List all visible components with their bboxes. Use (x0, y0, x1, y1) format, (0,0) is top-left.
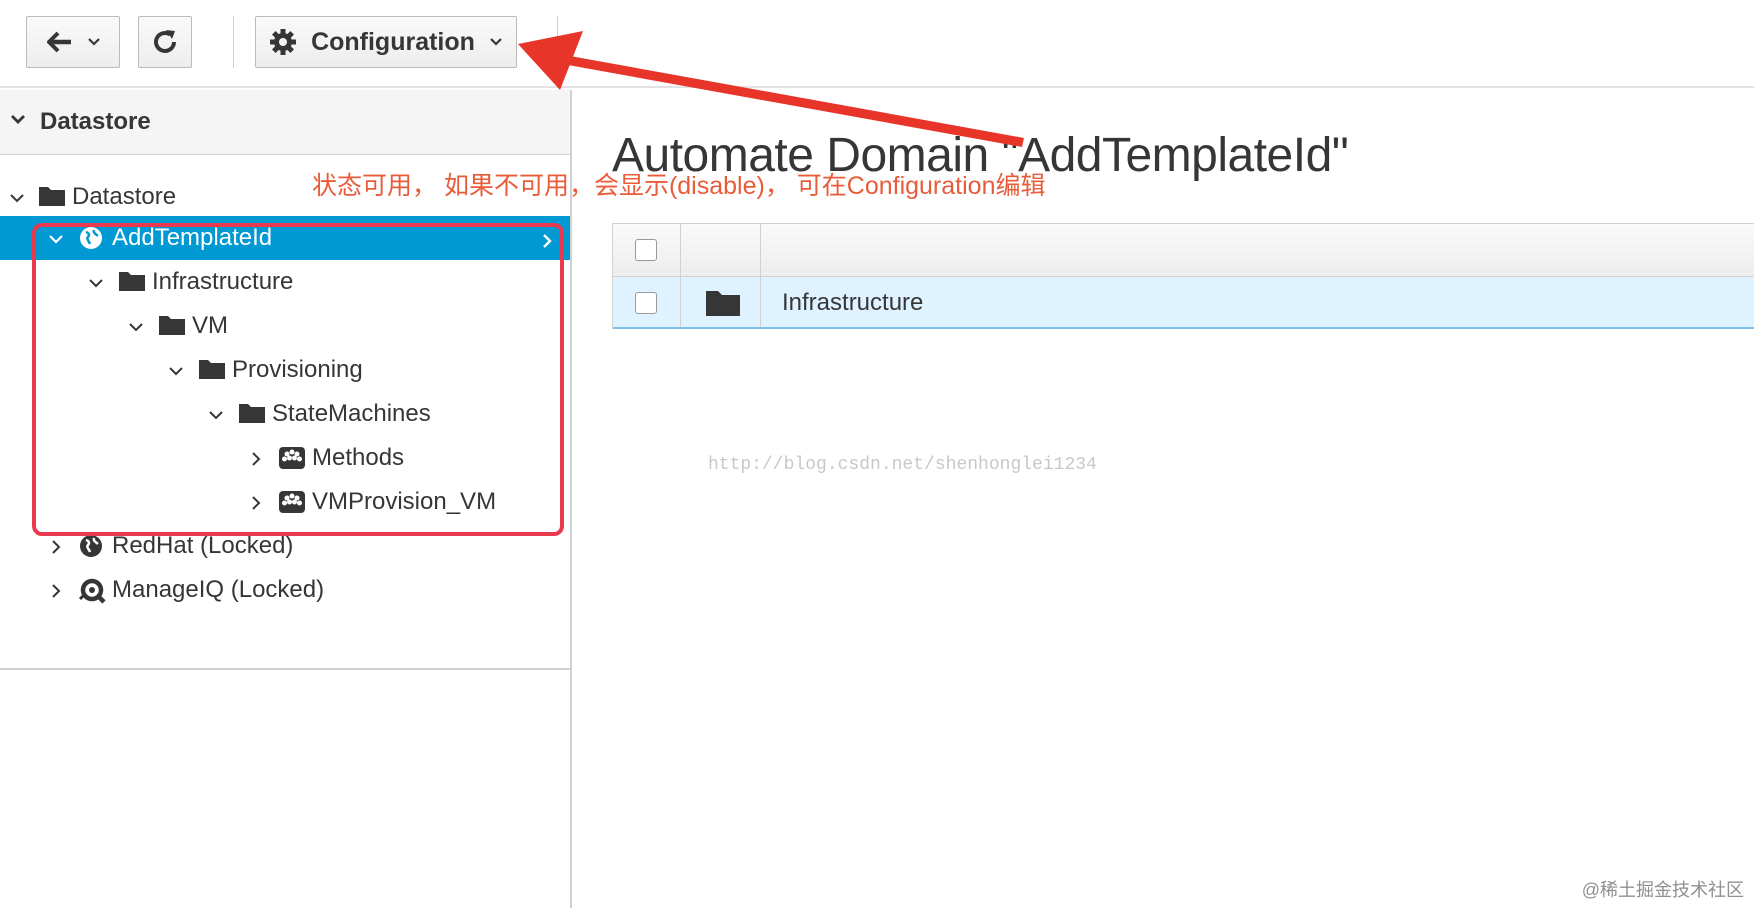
column-divider (680, 277, 681, 327)
configuration-label: Configuration (311, 27, 475, 56)
annotation-note: 状态可用， 如果不可用，会显示(disable)， 可在Configuratio… (312, 172, 1046, 200)
table-row[interactable]: Infrastructure (613, 277, 1754, 329)
chevron-right-icon[interactable] (46, 580, 66, 600)
accordion-header-datastore[interactable]: Datastore (0, 90, 570, 155)
refresh-icon (150, 27, 180, 57)
chevron-down-icon (9, 113, 27, 132)
table-header (613, 224, 1754, 277)
select-all-checkbox[interactable] (635, 239, 657, 261)
column-divider (760, 277, 761, 327)
row-name: Infrastructure (782, 289, 924, 316)
row-checkbox[interactable] (635, 292, 657, 314)
globe-icon (78, 533, 106, 559)
accordion-title: Datastore (40, 108, 151, 135)
tree-node-manageiq[interactable]: ManageIQ (Locked) (0, 568, 570, 612)
column-divider (680, 224, 681, 276)
items-table: Infrastructure (612, 223, 1754, 329)
tree-node-label: Datastore (72, 183, 177, 210)
arrow-left-icon (45, 30, 73, 54)
chevron-right-icon[interactable] (46, 536, 66, 556)
folder-icon (705, 289, 741, 322)
chevron-down-icon (87, 37, 101, 47)
refresh-button[interactable] (138, 16, 192, 68)
tree-node-label: RedHat (Locked) (112, 532, 294, 559)
corner-watermark: @稀土掘金技术社区 (1581, 880, 1744, 900)
toolbar: Configuration (0, 0, 1754, 88)
annotation-highlight-box (32, 223, 564, 536)
folder-icon (38, 184, 66, 210)
watermark: http://blog.csdn.net/shenhonglei1234 (708, 455, 1097, 475)
chevron-down-icon[interactable] (7, 187, 27, 207)
gear-icon (269, 28, 297, 56)
toolbar-separator (557, 16, 558, 68)
chevron-down-icon (489, 37, 503, 47)
back-button[interactable] (26, 16, 120, 68)
configuration-dropdown[interactable]: Configuration (255, 16, 517, 68)
main-content: Automate Domain "AddTemplateId" Infrastr… (572, 90, 1754, 908)
toolbar-separator (233, 16, 234, 68)
tree-node-label: ManageIQ (Locked) (112, 576, 325, 603)
manageiq-icon (78, 577, 106, 604)
column-divider (760, 224, 761, 276)
